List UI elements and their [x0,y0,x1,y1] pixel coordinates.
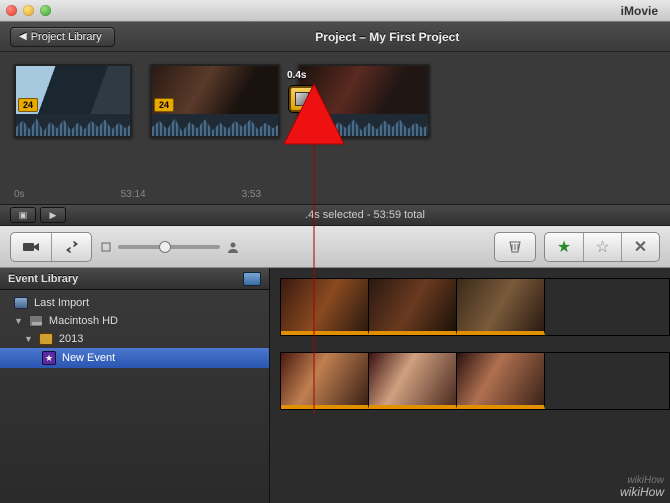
keyword-button[interactable] [495,233,535,261]
import-swap-group [10,232,92,262]
watermark-text: wikiHow [620,475,664,486]
transition-duration-label: 0.4s [287,70,306,81]
thumb-small-icon [100,241,112,253]
title-bar: iMovie [0,0,670,22]
filmstrip-frame[interactable] [457,279,545,335]
import-icon [14,297,28,309]
play-button[interactable]: ▶ [40,207,66,223]
project-library-label: Project Library [31,31,102,43]
zoom-window-button[interactable] [40,5,51,16]
app-title: iMovie [51,4,664,18]
star-filled-icon: ★ [557,237,571,257]
disclosure-triangle-icon[interactable]: ▼ [14,316,23,326]
sidebar-item-label: Last Import [34,297,89,309]
filmstrip-frame[interactable] [281,279,369,335]
close-window-button[interactable] [6,5,17,16]
timeline-clip[interactable]: 24 [298,64,430,138]
mark-favorite-button[interactable]: ★ [545,233,583,261]
clip-fps-badge: 24 [18,98,38,112]
event-library-list: Last Import ▼ Macintosh HD ▼ 2013 ★ New … [0,290,269,372]
calendar-icon [39,333,53,345]
watermark-text: wikiHow [620,486,664,499]
slider-thumb[interactable] [159,241,171,253]
unmark-button[interactable]: ☆ [583,233,621,261]
reject-button[interactable]: ✕ [621,233,659,261]
project-library-button[interactable]: ◀ Project Library [10,27,115,47]
clip-start-time: 3:53 [242,189,261,200]
timeline-clip[interactable]: 24 [14,64,132,138]
event-filmstrip[interactable] [280,352,670,410]
timeline-clips: 24 24 24 [14,64,670,138]
sidebar-item-new-event[interactable]: ★ New Event [0,348,269,368]
imovie-window: iMovie ◀ Project Library Project – My Fi… [0,0,670,503]
play-fullscreen-button[interactable]: ▣ [10,207,36,223]
drive-icon [29,315,43,327]
swap-layout-button[interactable] [51,233,91,261]
project-status-bar: ▣ ▶ .4s selected - 53:59 total [0,204,670,226]
misc-group [494,232,536,262]
timeline-clip[interactable]: 24 [150,64,280,138]
shred-icon [507,239,523,255]
favorite-reject-group: ★ ☆ ✕ [544,232,660,262]
watermark: wikiHow wikiHow [620,475,664,499]
event-star-icon: ★ [42,351,56,365]
camera-import-button[interactable] [11,233,51,261]
lower-pane: Event Library Last Import ▼ Macintosh HD… [0,268,670,503]
camera-icon [22,240,40,254]
drive-indicator-icon [243,272,261,286]
chevron-left-icon: ◀ [19,31,27,42]
sidebar-item-macintosh-hd[interactable]: ▼ Macintosh HD [0,312,269,330]
window-traffic-lights [6,5,51,16]
selection-status: .4s selected - 53:59 total [70,209,660,221]
clip-fps-badge: 24 [154,98,174,112]
swap-icon [64,240,80,254]
minimize-window-button[interactable] [23,5,34,16]
filmstrip-frame[interactable] [281,353,369,409]
clip-start-time: 53:14 [121,189,146,200]
person-icon [226,241,240,253]
sidebar-item-label: Macintosh HD [49,315,118,327]
transition-icon [295,92,309,106]
filmstrip-frame[interactable] [457,353,545,409]
sidebar-item-label: New Event [62,352,115,364]
thumbnail-size-slider[interactable] [100,241,240,253]
event-library-title: Event Library [8,273,78,285]
clip-waveform [16,114,130,136]
center-toolbar: ★ ☆ ✕ [0,226,670,268]
event-filmstrip[interactable] [280,278,670,336]
sidebar-item-year[interactable]: ▼ 2013 [0,330,269,348]
transition-marker[interactable] [289,86,315,112]
timeline-timecodes: 0s 53:14 3:53 [14,189,660,200]
project-header: ◀ Project Library Project – My First Pro… [0,22,670,52]
event-browser[interactable] [270,268,670,503]
clip-start-time: 0s [14,189,25,200]
project-title: Project – My First Project [115,30,660,44]
event-library-header: Event Library [0,268,269,290]
sidebar-item-label: 2013 [59,333,83,345]
x-icon: ✕ [634,237,647,257]
event-library-sidebar: Event Library Last Import ▼ Macintosh HD… [0,268,270,503]
clip-waveform [152,114,278,136]
filmstrip-frame[interactable] [369,353,457,409]
disclosure-triangle-icon[interactable]: ▼ [24,334,33,344]
star-outline-icon: ☆ [595,237,609,257]
project-timeline[interactable]: 24 24 24 0.4s 0s 53:14 3:53 [0,52,670,204]
slider-track[interactable] [118,245,220,249]
sidebar-item-last-import[interactable]: Last Import [0,294,269,312]
filmstrip-frame[interactable] [369,279,457,335]
clip-waveform [300,114,428,136]
